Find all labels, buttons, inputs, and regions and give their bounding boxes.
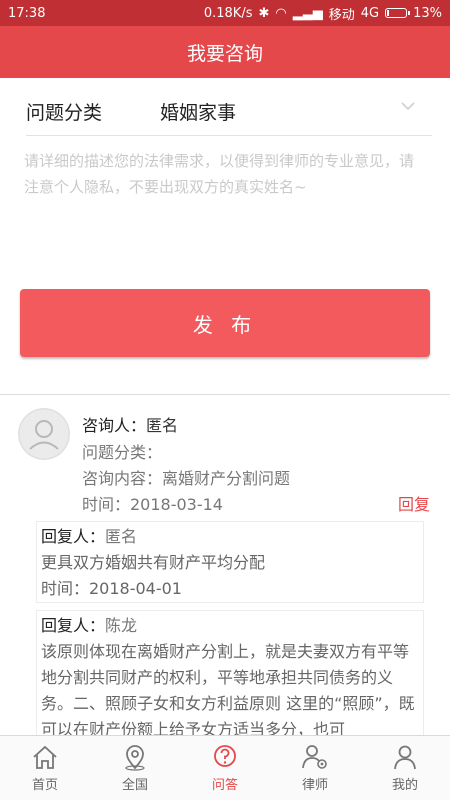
publish-button[interactable]: 发 布 bbox=[20, 289, 430, 357]
question-time: 时间：2018-03-14 bbox=[82, 495, 223, 514]
category-label: 问题分类 bbox=[26, 102, 103, 124]
reply-head: 回复人：匿名 bbox=[41, 524, 419, 550]
reply-button[interactable]: 回复 bbox=[398, 491, 430, 515]
asker-key: 咨询人： bbox=[82, 416, 147, 435]
reply-author-key: 回复人： bbox=[41, 527, 106, 546]
divider bbox=[26, 135, 432, 136]
asker-line: 咨询人：匿名 bbox=[82, 412, 178, 436]
reply-author-value: 匿名 bbox=[105, 527, 138, 546]
reply-time: 时间：2018-04-01 bbox=[41, 579, 182, 598]
wifi-icon: ◠ bbox=[275, 5, 287, 21]
reply-body: 更具双方婚姻共有财产平均分配 bbox=[41, 553, 266, 572]
page-title: 我要咨询 bbox=[186, 42, 263, 65]
tab-qa[interactable]: 问答 bbox=[180, 736, 270, 800]
app-bar: 我要咨询 bbox=[0, 26, 450, 78]
question-category: 问题分类： bbox=[82, 443, 163, 462]
bottom-tab-bar: 首页 全国 问答 律师 我的 bbox=[0, 735, 450, 800]
asker-value: 匿名 bbox=[146, 416, 179, 435]
default-user-icon bbox=[18, 408, 70, 460]
reply-card: 回复人：匿名 更具双方婚姻共有财产平均分配 时间：2018-04-01 bbox=[36, 521, 424, 603]
network-speed: 0.18K/s bbox=[203, 5, 253, 21]
lawyer-icon bbox=[302, 745, 327, 769]
chevron-down-icon[interactable] bbox=[400, 100, 416, 112]
network-type: 4G bbox=[360, 5, 380, 21]
battery-percent: 13% bbox=[413, 5, 442, 21]
battery-icon bbox=[385, 8, 411, 18]
reply-body: 该原则体现在离婚财产分割上，就是夫妻双方有平等地分割共同财产的权利，平等地承担共… bbox=[41, 642, 415, 739]
qa-icon bbox=[214, 745, 236, 767]
description-input[interactable] bbox=[22, 146, 430, 270]
tab-label: 我的 bbox=[391, 778, 418, 793]
reply-card: 回复人：陈龙 该原则体现在离婚财产分割上，就是夫妻双方有平等地分割共同财产的权利… bbox=[36, 610, 424, 750]
carrier-label: 移动 bbox=[328, 7, 355, 23]
tab-label: 问答 bbox=[211, 778, 238, 793]
user-icon bbox=[394, 745, 416, 770]
tab-label: 全国 bbox=[121, 778, 148, 793]
location-icon bbox=[125, 745, 145, 771]
tab-mine[interactable]: 我的 bbox=[360, 736, 450, 800]
section-divider bbox=[0, 394, 450, 395]
tab-lawyer[interactable]: 律师 bbox=[270, 736, 360, 800]
category-value: 婚姻家事 bbox=[160, 102, 237, 124]
tab-label: 首页 bbox=[31, 778, 58, 793]
category-selector[interactable]: 问题分类 婚姻家事 bbox=[0, 78, 450, 136]
tab-nationwide[interactable]: 全国 bbox=[90, 736, 180, 800]
reply-author-value: 陈龙 bbox=[105, 616, 138, 635]
bluetooth-icon: ✱ bbox=[258, 5, 270, 21]
reply-head: 回复人：陈龙 bbox=[41, 613, 419, 639]
status-time: 17:38 bbox=[8, 5, 46, 21]
tab-label: 律师 bbox=[301, 778, 328, 793]
reply-author-key: 回复人： bbox=[41, 616, 106, 635]
tab-home[interactable]: 首页 bbox=[0, 736, 90, 800]
signal-icon: ▂▃▅ bbox=[292, 5, 323, 21]
avatar bbox=[18, 408, 70, 460]
status-bar: 17:38 0.18K/s ✱ ◠ ▂▃▅ 移动 4G 13% bbox=[0, 0, 450, 26]
status-right: 0.18K/s ✱ ◠ ▂▃▅ 移动 4G 13% bbox=[204, 4, 442, 23]
home-icon bbox=[33, 745, 57, 769]
question-content: 咨询内容：离婚财产分割问题 bbox=[82, 469, 291, 488]
